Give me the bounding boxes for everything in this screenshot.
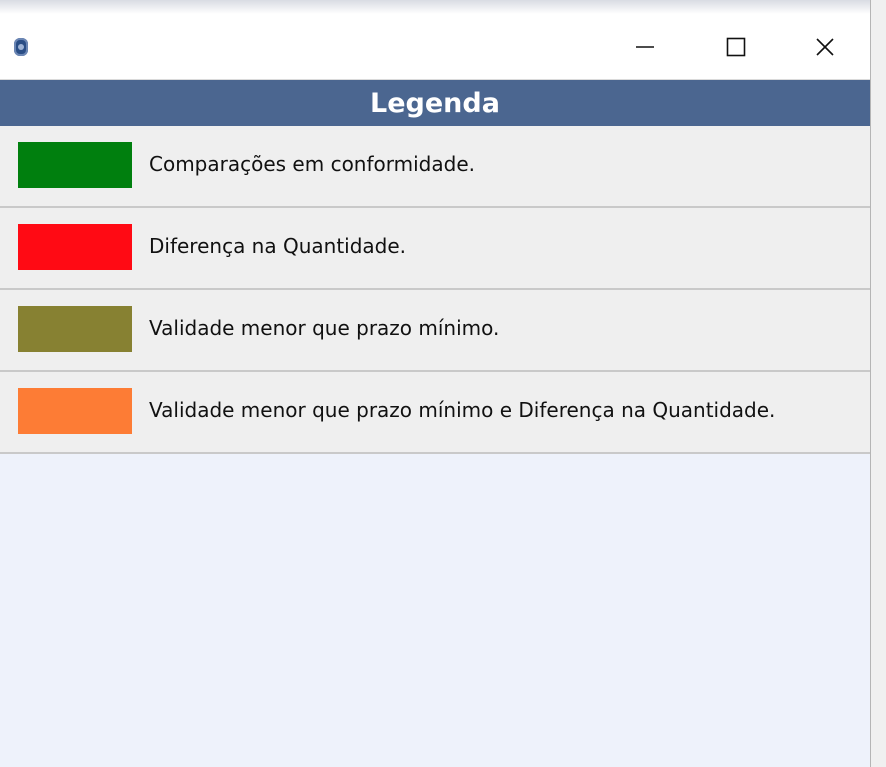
minimize-icon [636, 46, 654, 48]
color-swatch [18, 142, 132, 188]
legend-row: Diferença na Quantidade. [0, 208, 870, 290]
color-swatch [18, 388, 132, 434]
close-button[interactable] [795, 22, 855, 72]
legend-label: Comparações em conformidade. [149, 152, 475, 176]
legend-window: Legenda Comparações em conformidade. Dif… [0, 0, 871, 767]
legend-row: Comparações em conformidade. [0, 126, 870, 208]
title-bar[interactable] [0, 0, 870, 80]
legend-label: Diferença na Quantidade. [149, 234, 407, 258]
app-icon[interactable] [14, 38, 28, 56]
maximize-button[interactable] [706, 22, 766, 72]
legend-row: Validade menor que prazo mínimo e Difere… [0, 372, 870, 454]
legend-label: Validade menor que prazo mínimo. [149, 316, 500, 340]
legend-list: Comparações em conformidade. Diferença n… [0, 126, 870, 454]
maximize-icon [726, 37, 746, 57]
color-swatch [18, 224, 132, 270]
legend-header: Legenda [0, 80, 870, 126]
legend-label: Validade menor que prazo mínimo e Difere… [149, 398, 776, 422]
close-icon [816, 38, 834, 56]
color-swatch [18, 306, 132, 352]
legend-row: Validade menor que prazo mínimo. [0, 290, 870, 372]
title-bar-shadow [0, 0, 870, 14]
legend-title: Legenda [370, 87, 500, 119]
minimize-button[interactable] [615, 22, 675, 72]
